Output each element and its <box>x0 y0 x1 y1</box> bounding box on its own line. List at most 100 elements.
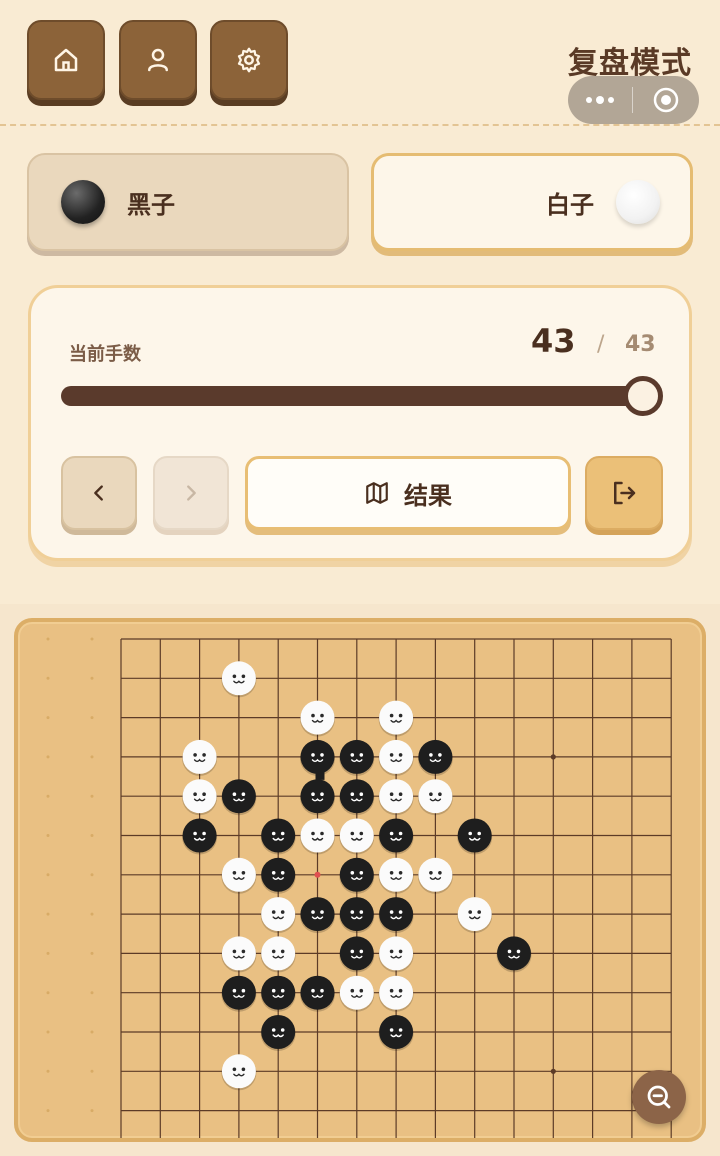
board-dot <box>46 1109 50 1113</box>
board-dot <box>46 637 50 641</box>
profile-button[interactable] <box>119 20 197 100</box>
player-white-card: 白子 <box>371 153 693 251</box>
board-dot <box>90 912 94 916</box>
gear-icon <box>237 47 261 73</box>
game-board[interactable] <box>14 618 706 1142</box>
black-stone <box>221 975 257 1012</box>
board-dot <box>46 755 50 759</box>
board-grid <box>46 637 672 1138</box>
replay-panel: 当前手数 43 / 43 结果 <box>28 285 692 561</box>
black-stone <box>457 818 493 855</box>
black-stone <box>260 1015 296 1051</box>
exit-button[interactable] <box>585 456 663 530</box>
home-icon <box>54 48 78 72</box>
white-stone <box>378 975 414 1012</box>
current-step: 43 <box>531 322 576 360</box>
zoom-button[interactable] <box>632 1070 686 1124</box>
black-stone-icon <box>61 180 105 224</box>
user-icon <box>148 48 168 72</box>
white-stone <box>378 700 414 737</box>
board-dot <box>46 873 50 877</box>
board-dot <box>46 912 50 916</box>
black-stone <box>339 779 375 816</box>
black-stone <box>378 897 414 934</box>
next-step-button[interactable] <box>153 456 229 530</box>
result-button[interactable]: 结果 <box>245 456 571 530</box>
white-stone <box>378 857 414 894</box>
home-button[interactable] <box>27 20 105 100</box>
white-stone <box>378 739 414 776</box>
black-stone <box>339 936 375 973</box>
result-label: 结果 <box>404 481 452 510</box>
board-dot <box>46 676 50 680</box>
board-dot <box>90 951 94 955</box>
white-stone <box>378 779 414 816</box>
white-stone <box>182 739 218 776</box>
step-label: 当前手数 <box>69 344 141 365</box>
white-stone <box>260 897 296 934</box>
board-dot <box>46 991 50 995</box>
move-marker <box>315 770 325 780</box>
header-divider <box>0 124 720 126</box>
chevron-left-icon <box>94 485 103 501</box>
white-stone <box>182 779 218 816</box>
white-stone <box>300 818 335 855</box>
prev-step-button[interactable] <box>61 456 137 530</box>
player-white-label: 白子 <box>546 190 594 219</box>
white-stone <box>457 897 493 934</box>
board-dot <box>90 1030 94 1034</box>
white-stone <box>417 779 453 816</box>
board-dot <box>46 716 50 720</box>
white-stone <box>417 857 453 894</box>
exit-icon <box>614 481 636 505</box>
board-dot <box>90 755 94 759</box>
step-slider[interactable] <box>61 386 641 406</box>
black-stone <box>339 897 375 934</box>
step-separator: / <box>597 332 605 357</box>
black-stone <box>182 818 218 855</box>
board-dot <box>90 1109 94 1113</box>
more-icon[interactable] <box>568 96 632 104</box>
mini-program-capsule <box>568 76 699 124</box>
star-point <box>550 1068 556 1074</box>
target-icon[interactable] <box>633 86 699 114</box>
board-dot <box>46 794 50 798</box>
board-dot <box>46 834 50 837</box>
board-dot <box>90 716 94 720</box>
board-dot <box>90 991 94 995</box>
white-stone <box>339 975 375 1012</box>
black-stone <box>300 779 335 816</box>
black-stone <box>221 779 257 816</box>
player-black-label: 黑子 <box>127 190 175 219</box>
board-dot <box>90 834 94 837</box>
board-dot <box>90 637 94 641</box>
chevron-right-icon <box>187 485 196 501</box>
white-stone <box>221 661 257 698</box>
black-stone <box>300 897 335 934</box>
map-icon <box>366 482 388 504</box>
board-dot <box>90 794 94 798</box>
board-dot <box>46 1030 50 1034</box>
black-stone <box>260 818 296 855</box>
player-black-card: 黑子 <box>27 153 349 251</box>
white-stone <box>378 936 414 973</box>
black-stone <box>378 1015 414 1051</box>
black-stone <box>496 936 532 973</box>
total-steps: 43 <box>625 332 656 357</box>
black-stone <box>417 739 453 776</box>
white-stone <box>221 857 257 894</box>
white-stone <box>300 700 335 737</box>
board-dot <box>46 1069 50 1073</box>
settings-button[interactable] <box>210 20 288 100</box>
star-point <box>550 754 556 760</box>
black-stone <box>300 975 335 1012</box>
black-stone <box>260 975 296 1012</box>
black-stone <box>339 739 375 776</box>
black-stone <box>339 857 375 894</box>
black-stone <box>300 739 335 776</box>
slider-handle[interactable] <box>623 376 663 416</box>
black-stone <box>378 818 414 855</box>
white-stone <box>260 936 296 973</box>
white-stone <box>221 1054 257 1091</box>
last-move-marker <box>314 871 321 878</box>
